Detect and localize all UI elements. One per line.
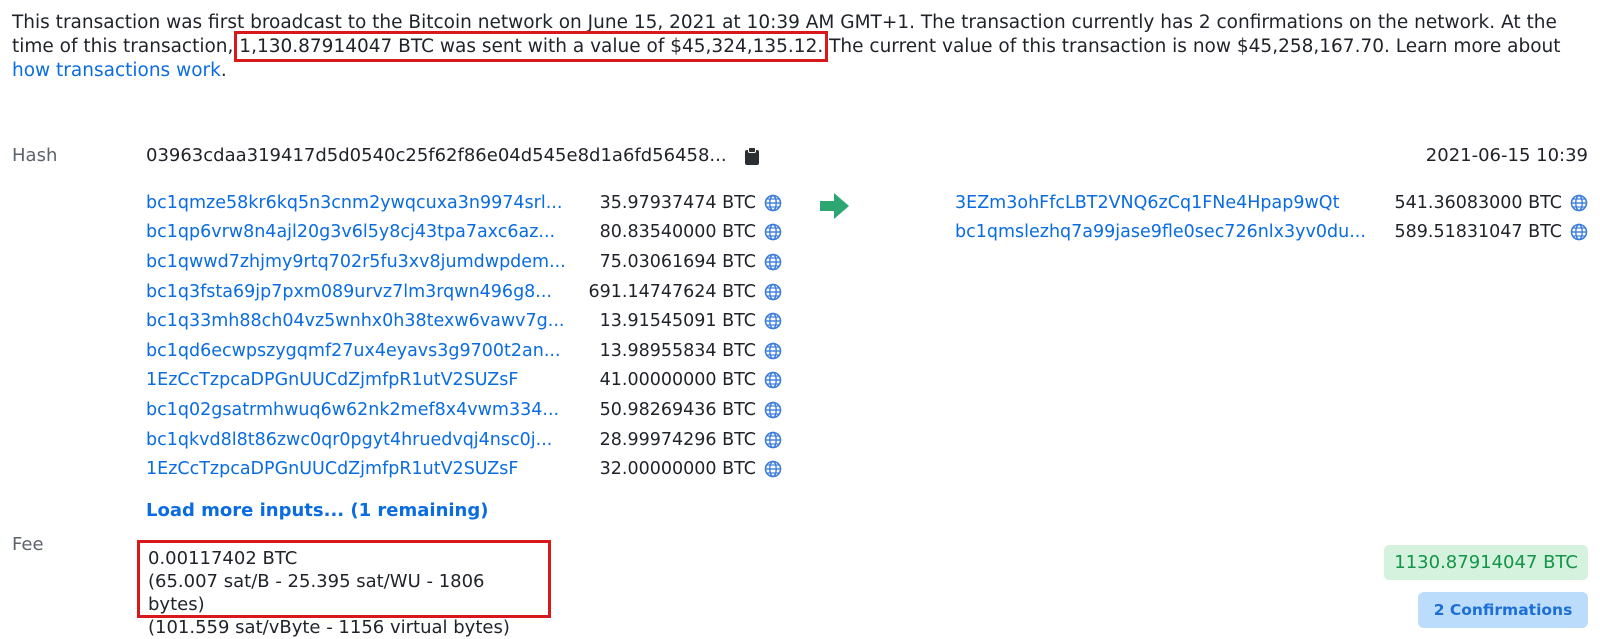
amount-value: 691.14747624 BTC bbox=[588, 281, 757, 302]
input-row: bc1qmze58kr6kq5n3cnm2ywqcuxa3n9974srl...… bbox=[146, 188, 782, 218]
address-link[interactable]: bc1qp6vrw8n4ajl20g3v6l5y8cj43tpa7axc6az.… bbox=[146, 222, 576, 242]
arrow-right-icon bbox=[820, 193, 849, 219]
hash-value: 03963cdaa319417d5d0540c25f62f86e04d545e8… bbox=[146, 145, 727, 166]
address-link[interactable]: bc1q02gsatrmhwuq6w62nk2mef8x4vwm334... bbox=[146, 400, 576, 420]
globe-icon[interactable] bbox=[764, 283, 782, 301]
amount-value: 80.83540000 BTC bbox=[599, 222, 756, 243]
input-row: bc1qwwd7zhjmy9rtq702r5fu3xv8jumdwpdem...… bbox=[146, 247, 782, 277]
hash-label: Hash bbox=[12, 145, 58, 166]
address-link[interactable]: bc1q3fsta69jp7pxm089urvz7lm3rqwn496g8... bbox=[146, 282, 576, 302]
amount-value: 28.99974296 BTC bbox=[599, 429, 756, 450]
total-amount-badge: 1130.87914047 BTC bbox=[1384, 545, 1588, 580]
address-link[interactable]: 1EzCcTzpcaDPGnUUCdZjmfpR1utV2SUZsF bbox=[146, 370, 576, 390]
transaction-hash: 03963cdaa319417d5d0540c25f62f86e04d545e8… bbox=[146, 145, 759, 166]
load-more-inputs-link[interactable]: Load more inputs... (1 remaining) bbox=[146, 500, 488, 521]
amount-value: 13.98955834 BTC bbox=[599, 340, 756, 361]
intro-text-continued: The current value of this transaction is… bbox=[823, 36, 1561, 57]
globe-icon[interactable] bbox=[764, 223, 782, 241]
globe-icon[interactable] bbox=[764, 342, 782, 360]
amount-value: 541.36083000 BTC bbox=[1394, 192, 1563, 213]
input-row: bc1qkvd8l8t86zwc0qr0pgyt4hruedvqj4nsc0j.… bbox=[146, 425, 782, 455]
clipboard-icon[interactable] bbox=[744, 146, 759, 165]
globe-icon[interactable] bbox=[764, 371, 782, 389]
input-row: bc1q02gsatrmhwuq6w62nk2mef8x4vwm334... 50… bbox=[146, 395, 782, 425]
address-link[interactable]: 1EzCcTzpcaDPGnUUCdZjmfpR1utV2SUZsF bbox=[146, 459, 576, 479]
intro-period: . bbox=[220, 60, 227, 81]
input-row: bc1q3fsta69jp7pxm089urvz7lm3rqwn496g8...… bbox=[146, 277, 782, 307]
globe-icon[interactable] bbox=[1570, 194, 1588, 212]
globe-icon[interactable] bbox=[764, 253, 782, 271]
fee-rate: (65.007 sat/B - 25.395 sat/WU - 1806 byt… bbox=[148, 571, 485, 615]
address-link[interactable]: bc1qwwd7zhjmy9rtq702r5fu3xv8jumdwpdem... bbox=[146, 252, 576, 272]
globe-icon[interactable] bbox=[764, 401, 782, 419]
fee-label: Fee bbox=[12, 534, 44, 555]
globe-icon[interactable] bbox=[1570, 223, 1588, 241]
input-row: bc1qp6vrw8n4ajl20g3v6l5y8cj43tpa7axc6az.… bbox=[146, 218, 782, 248]
globe-icon[interactable] bbox=[764, 194, 782, 212]
output-row: bc1qmslezhq7a99jase9fle0sec726nlx3yv0du.… bbox=[955, 218, 1588, 248]
amount-value: 589.51831047 BTC bbox=[1394, 222, 1563, 243]
address-link[interactable]: bc1qd6ecwpszygqmf27ux4eyavs3g9700t2an... bbox=[146, 341, 576, 361]
input-row: bc1q33mh88ch04vz5wnhx0h38texw6vawv7g... 1… bbox=[146, 306, 782, 336]
fee-details: 0.00117402 BTC (65.007 sat/B - 25.395 sa… bbox=[137, 540, 551, 638]
globe-icon[interactable] bbox=[764, 431, 782, 449]
transaction-summary-text: This transaction was first broadcast to … bbox=[12, 11, 1592, 83]
highlighted-sent-value: 1,130.87914047 BTC was sent with a value… bbox=[234, 31, 829, 62]
address-link[interactable]: bc1qmze58kr6kq5n3cnm2ywqcuxa3n9974srl... bbox=[146, 193, 576, 213]
how-transactions-work-link[interactable]: how transactions work bbox=[12, 60, 221, 81]
globe-icon[interactable] bbox=[764, 312, 782, 330]
output-row: 3EZm3ohFfcLBT2VNQ6zCq1FNe4Hpap9wQt 541.36… bbox=[955, 188, 1588, 218]
amount-value: 41.00000000 BTC bbox=[599, 370, 756, 391]
amount-value: 32.00000000 BTC bbox=[599, 459, 756, 480]
address-link[interactable]: 3EZm3ohFfcLBT2VNQ6zCq1FNe4Hpap9wQt bbox=[955, 193, 1375, 213]
fee-vbyte-rate: (101.559 sat/vByte - 1156 virtual bytes) bbox=[148, 617, 510, 638]
inputs-list: bc1qmze58kr6kq5n3cnm2ywqcuxa3n9974srl...… bbox=[146, 188, 782, 484]
fee-btc: 0.00117402 BTC bbox=[148, 548, 298, 569]
input-row: 1EzCcTzpcaDPGnUUCdZjmfpR1utV2SUZsF 41.000… bbox=[146, 366, 782, 396]
address-link[interactable]: bc1qmslezhq7a99jase9fle0sec726nlx3yv0du.… bbox=[955, 222, 1375, 242]
confirmations-badge[interactable]: 2 Confirmations bbox=[1418, 592, 1588, 628]
address-link[interactable]: bc1q33mh88ch04vz5wnhx0h38texw6vawv7g... bbox=[146, 311, 576, 331]
transaction-timestamp: 2021-06-15 10:39 bbox=[1425, 145, 1588, 166]
input-row: 1EzCcTzpcaDPGnUUCdZjmfpR1utV2SUZsF 32.000… bbox=[146, 454, 782, 484]
outputs-list: 3EZm3ohFfcLBT2VNQ6zCq1FNe4Hpap9wQt 541.36… bbox=[955, 188, 1588, 247]
amount-value: 35.97937474 BTC bbox=[599, 192, 756, 213]
address-link[interactable]: bc1qkvd8l8t86zwc0qr0pgyt4hruedvqj4nsc0j.… bbox=[146, 430, 576, 450]
amount-value: 13.91545091 BTC bbox=[599, 311, 756, 332]
amount-value: 75.03061694 BTC bbox=[599, 251, 756, 272]
globe-icon[interactable] bbox=[764, 460, 782, 478]
amount-value: 50.98269436 BTC bbox=[599, 399, 756, 420]
input-row: bc1qd6ecwpszygqmf27ux4eyavs3g9700t2an...… bbox=[146, 336, 782, 366]
